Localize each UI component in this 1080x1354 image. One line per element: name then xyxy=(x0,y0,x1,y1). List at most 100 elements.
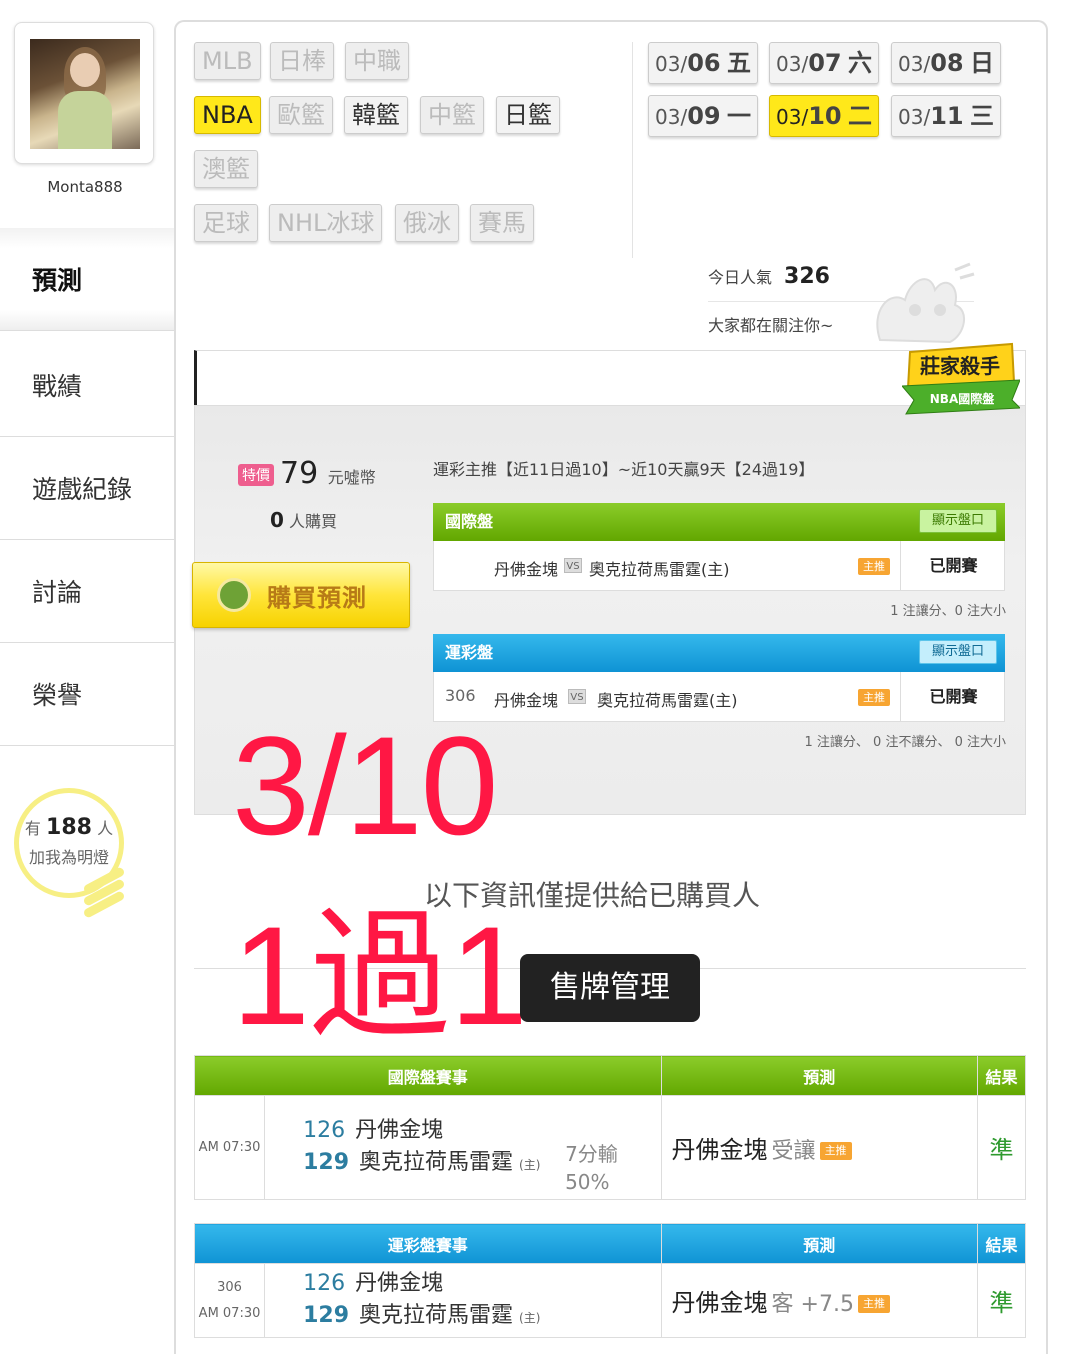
sale-tag: 特價 xyxy=(238,464,274,486)
main-pick-tag: 主推 xyxy=(858,558,890,575)
market-row: 306 丹佛金塊 VS 奧克拉荷馬雷霆(主) 主推 已開賽 xyxy=(433,672,1005,722)
nav-item-game-history[interactable]: 遊戲紀錄 xyxy=(0,437,174,540)
price-value: 79 xyxy=(280,456,319,491)
col-header-game: 運彩盤賽事 xyxy=(194,1223,662,1264)
date-weekday: 六 xyxy=(847,49,872,77)
fans-prefix: 有 xyxy=(24,819,41,838)
vs-icon: VS xyxy=(564,558,582,573)
results-table-international: 國際盤賽事 預測 結果 AM 07:30 126 丹佛金塊 129 奧克拉荷馬雷霆 (… xyxy=(193,1055,1027,1200)
score-percent: 50% xyxy=(565,1170,610,1194)
nav-item-discussion[interactable]: 討論 xyxy=(0,540,174,643)
popularity-label: 今日人氣 xyxy=(708,268,773,287)
sport-euro-basketball[interactable]: 歐籃 xyxy=(269,96,333,134)
team-away: 丹佛金塊 xyxy=(494,560,559,579)
team-away: 丹佛金塊 xyxy=(355,1270,444,1296)
pred-type: 客 +7.5 xyxy=(771,1292,854,1317)
table-header: 運彩盤賽事 預測 結果 xyxy=(194,1223,1027,1264)
team-home: 奧克拉荷馬雷霆(主) xyxy=(589,560,730,579)
game-time: AM 07:30 xyxy=(193,1095,266,1200)
username[interactable]: Monta888 xyxy=(0,178,170,196)
home-tag: (主) xyxy=(519,1310,541,1325)
popularity: 今日人氣 326 xyxy=(708,264,830,289)
date-weekday: 五 xyxy=(726,49,751,77)
game-status: 已開賽 xyxy=(900,541,1006,590)
team-away: 丹佛金塊 xyxy=(355,1117,444,1143)
col-header-prediction: 預測 xyxy=(660,1055,978,1096)
date-0308[interactable]: 03/08 日 xyxy=(891,42,1001,84)
date-weekday: 日 xyxy=(969,49,994,77)
col-header-result: 結果 xyxy=(976,1055,1027,1096)
match-cell: 126 丹佛金塊 129 奧克拉荷馬雷霆 (主) xyxy=(264,1263,662,1338)
table-header: 國際盤賽事 預測 結果 xyxy=(194,1055,1027,1096)
date-weekday: 二 xyxy=(847,102,872,130)
sport-cpbl[interactable]: 中職 xyxy=(345,42,409,80)
overlay-record: 1過1 xyxy=(232,897,528,1054)
date-month: 03/ xyxy=(898,52,931,76)
result-cell: 準 xyxy=(976,1095,1027,1200)
team-home: 奧克拉荷馬雷霆(主) xyxy=(597,691,738,710)
price-unit: 元噓幣 xyxy=(327,468,376,487)
date-0307[interactable]: 03/07 六 xyxy=(769,42,879,84)
avatar-frame[interactable] xyxy=(14,22,154,164)
popularity-subtitle: 大家都在關注你~ xyxy=(708,316,834,335)
sport-mlb[interactable]: MLB xyxy=(194,42,261,80)
date-day: 06 xyxy=(687,49,721,77)
time-text: AM 07:30 xyxy=(198,1305,261,1321)
game-code: 306 xyxy=(217,1279,242,1295)
col-header-prediction: 預測 xyxy=(660,1223,978,1264)
team-home: 奧克拉荷馬雷霆 xyxy=(359,1149,514,1175)
vs-icon: VS xyxy=(568,689,586,704)
results-table-sports-lottery: 運彩盤賽事 預測 結果 306 AM 07:30 126 丹佛金塊 129 奧克拉荷馬… xyxy=(193,1223,1027,1338)
sport-cn-basketball[interactable]: 中籃 xyxy=(420,96,484,134)
sport-ru-hockey[interactable]: 俄冰 xyxy=(395,204,459,242)
overlay-date: 3/10 xyxy=(232,707,498,864)
date-weekday: 三 xyxy=(969,102,994,130)
date-0310[interactable]: 03/10 二 xyxy=(769,95,879,137)
show-odds-button[interactable]: 顯示盤口 xyxy=(918,509,997,533)
sport-nba[interactable]: NBA xyxy=(194,96,261,134)
match-cell: 126 丹佛金塊 129 奧克拉荷馬雷霆 (主) 7分輸 50% xyxy=(264,1095,662,1200)
pred-team: 丹佛金塊 xyxy=(671,1289,768,1317)
date-day: 11 xyxy=(930,102,964,130)
market-header: 運彩盤 顯示盤口 xyxy=(433,634,1005,672)
avatar[interactable] xyxy=(30,39,140,149)
market-sports-lottery: 運彩盤 顯示盤口 306 丹佛金塊 VS 奧克拉荷馬雷霆(主) 主推 已開賽 xyxy=(433,634,1005,722)
sport-horse-racing[interactable]: 賽馬 xyxy=(470,204,534,242)
show-odds-button[interactable]: 顯示盤口 xyxy=(918,640,997,664)
sport-soccer[interactable]: 足球 xyxy=(194,204,258,242)
date-month: 03/ xyxy=(776,105,809,129)
team-home: 奧克拉荷馬雷霆 xyxy=(359,1302,514,1328)
market-row: 丹佛金塊 VS 奧克拉荷馬雷霆(主) 主推 已開賽 xyxy=(433,541,1005,591)
market-note: 1 注讓分、0 注大小 xyxy=(890,604,1006,619)
team-away: 丹佛金塊 xyxy=(494,691,559,710)
sport-nhl[interactable]: NHL冰球 xyxy=(269,204,383,242)
game-status: 已開賽 xyxy=(900,672,1006,721)
buyers-count: 0 xyxy=(270,508,284,532)
table-row: 306 AM 07:30 126 丹佛金塊 129 奧克拉荷馬雷霆 (主) 丹佛金塊客 … xyxy=(193,1263,1027,1338)
fans-count: 188 xyxy=(46,815,92,840)
date-month: 03/ xyxy=(655,105,688,129)
team-number: 129 xyxy=(303,1149,350,1175)
main-pick-tag: 主推 xyxy=(819,1142,852,1160)
date-day: 10 xyxy=(808,102,842,130)
sport-kr-basketball[interactable]: 韓籃 xyxy=(344,96,408,134)
pred-team: 丹佛金塊 xyxy=(671,1136,768,1164)
sport-jp-baseball[interactable]: 日棒 xyxy=(270,42,334,80)
sport-jp-basketball[interactable]: 日籃 xyxy=(496,96,560,134)
badge-subtitle: NBA國際盤 xyxy=(930,391,995,406)
fans-suffix: 人 xyxy=(97,819,114,838)
badge-title: 莊家殺手 xyxy=(920,354,1000,378)
sport-au-basketball[interactable]: 澳籃 xyxy=(194,150,258,188)
team-number: 126 xyxy=(303,1270,346,1296)
recommend-text: 運彩主推【近11日過10】~近10天贏9天【24過19】 xyxy=(433,460,815,479)
main-pick-tag: 主推 xyxy=(858,689,890,706)
date-0309[interactable]: 03/09 一 xyxy=(648,95,758,137)
table-row: AM 07:30 126 丹佛金塊 129 奧克拉荷馬雷霆 (主) 7分輸 50% 丹佛… xyxy=(193,1095,1027,1200)
buyers: 0 人購買 xyxy=(270,508,337,532)
date-month: 03/ xyxy=(776,52,809,76)
nav-item-predict[interactable]: 預測 xyxy=(0,228,174,331)
date-0311[interactable]: 03/11 三 xyxy=(891,95,1001,137)
nav-item-record[interactable]: 戰績 xyxy=(0,334,174,437)
date-0306[interactable]: 03/06 五 xyxy=(648,42,758,84)
pred-type: 受讓 xyxy=(771,1139,816,1164)
